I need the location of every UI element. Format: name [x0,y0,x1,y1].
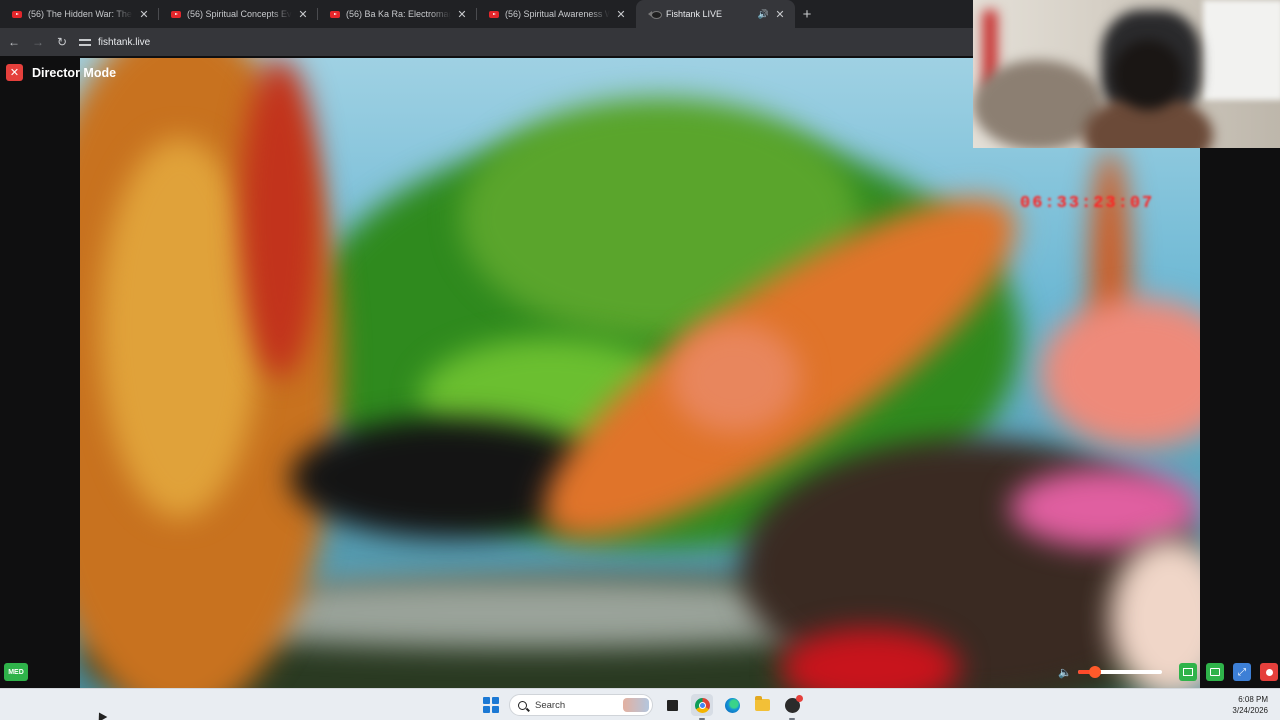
tab-close-icon[interactable]: ✕ [296,8,310,21]
forward-button[interactable]: → [26,30,50,54]
obs-icon[interactable] [781,694,803,720]
tab-close-icon[interactable]: ✕ [455,8,469,21]
new-tab-button[interactable]: + [795,0,819,28]
screen: (56) The Hidden War: The Loos ✕ (56) Spi… [0,0,1280,720]
volume-icon[interactable]: 🔈 [1058,666,1074,679]
volume-knob[interactable] [1088,666,1101,678]
video-frame-region [100,138,260,518]
clock-time: 6:08 PM [1238,695,1268,704]
video-frame-region [240,58,320,378]
tab-3[interactable]: (56) Spiritual Awareness Will Re ✕ [477,0,636,28]
tab-title: (56) The Hidden War: The Loos [28,9,133,19]
tab-close-icon[interactable]: ✕ [614,8,628,21]
video-timestamp-overlay: 06:33:23:07 [1020,194,1155,213]
tab-title: (56) Ba Ka Ra: Electromagnetic [346,9,451,19]
file-explorer-icon[interactable] [751,694,773,716]
tab-title: (56) Spiritual Awareness Will Re [505,9,610,19]
video-frame-region [670,323,800,433]
quality-badge[interactable]: MED [4,663,28,681]
webcam-frame-region [1113,40,1183,110]
cast-icon[interactable] [1206,663,1224,681]
director-mode-title: Director Mode [32,65,117,80]
picture-in-picture-icon[interactable] [1179,663,1197,681]
back-button[interactable]: ← [2,30,26,54]
fullscreen-icon[interactable]: ⤢ [1233,663,1251,681]
tab-title: Fishtank LIVE [666,9,723,19]
fish-icon [648,11,662,19]
director-mode-header: ✕ Director Mode [6,64,116,81]
tab-close-icon[interactable]: ✕ [137,8,151,21]
youtube-icon [330,10,340,18]
tab-fishtank-live[interactable]: Fishtank LIVE 🔊 ✕ [636,0,795,28]
record-icon[interactable] [1260,663,1278,681]
tab-title: (56) Spiritual Concepts Everyone [187,9,292,19]
tab-close-icon[interactable]: ✕ [773,8,787,21]
task-view-icon[interactable] [661,694,683,716]
site-settings-icon[interactable] [78,35,92,49]
youtube-icon [12,10,22,18]
edge-icon[interactable] [721,694,743,716]
url-text: fishtank.live [98,36,151,48]
search-icon [518,700,527,710]
player-controls: 🔈 ⤢ [1058,661,1278,683]
search-highlight-icon [623,698,649,712]
chrome-icon[interactable] [691,694,713,720]
volume-slider[interactable] [1078,666,1162,678]
webcam-frame-region [1203,0,1280,100]
tab-audio-icon[interactable]: 🔊 [758,9,769,20]
taskbar-search[interactable]: Search [509,694,653,716]
address-bar[interactable]: fishtank.live [78,31,150,53]
search-label: Search [535,699,566,711]
video-player[interactable] [80,58,1200,688]
video-frame-region [1010,468,1200,548]
taskbar-apps: Search [480,693,803,720]
tab-1[interactable]: (56) Spiritual Concepts Everyone ✕ [159,0,318,28]
youtube-icon [171,10,181,18]
tab-2[interactable]: (56) Ba Ka Ra: Electromagnetic ✕ [318,0,477,28]
tab-0[interactable]: (56) The Hidden War: The Loos ✕ [0,0,159,28]
webcam-overlay [973,0,1280,148]
clock-date: 3/24/2026 [1232,706,1268,715]
youtube-icon [489,10,499,18]
page-content: 06:33:23:07 ✕ Director Mode MED 🔈 ⤢ [0,56,1280,688]
windows-taskbar: Search 6:08 PM 3/24/2026 [0,688,1280,720]
close-director-button[interactable]: ✕ [6,64,23,81]
reload-button[interactable]: ↻ [50,30,74,54]
system-clock[interactable]: 6:08 PM 3/24/2026 [1232,694,1268,716]
windows-start-icon[interactable] [480,694,502,716]
